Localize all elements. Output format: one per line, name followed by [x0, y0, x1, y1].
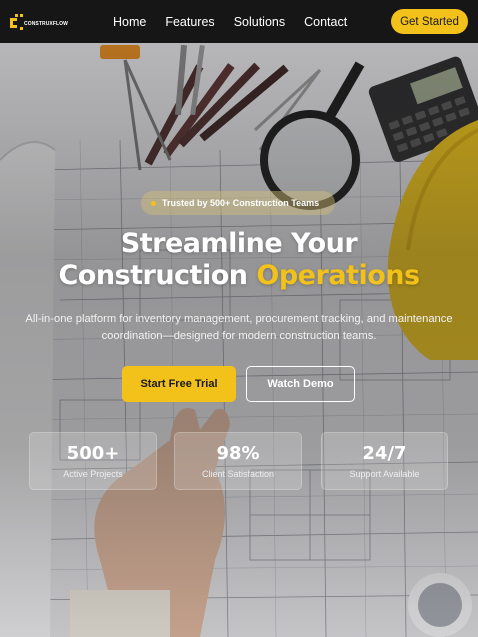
hero-subtitle: All-in-one platform for inventory manage… — [25, 313, 453, 342]
trust-badge: Trusted by 500+ Construction Teams — [141, 191, 335, 215]
nav-links: Home Features Solutions Contact — [113, 15, 366, 29]
landing-page: CONSTRUXFLOW Home Features Solutions Con… — [0, 0, 478, 637]
hero-title-line2: Construction — [58, 260, 257, 291]
stat-label: Client Satisfaction — [201, 469, 275, 479]
nav-link-solutions[interactable]: Solutions — [234, 15, 285, 29]
logo-text: CONSTRUXFLOW — [24, 20, 68, 27]
badge-dot-icon — [151, 200, 156, 206]
stat-label: Active Projects — [63, 469, 123, 479]
nav-link-features[interactable]: Features — [165, 15, 214, 29]
stat-value: 500+ — [66, 443, 120, 464]
start-free-trial-button[interactable]: Start Free Trial — [122, 366, 236, 402]
stat-card-support: 24/7 Support Available — [321, 432, 448, 490]
watch-demo-button[interactable]: Watch Demo — [246, 366, 355, 402]
stat-card-satisfaction: 98% Client Satisfaction — [174, 432, 302, 490]
top-navbar: CONSTRUXFLOW Home Features Solutions Con… — [0, 0, 478, 43]
brand-logo[interactable]: CONSTRUXFLOW — [10, 13, 68, 30]
nav-link-home[interactable]: Home — [113, 15, 146, 29]
stat-value: 24/7 — [362, 443, 407, 464]
nav-link-contact[interactable]: Contact — [304, 15, 347, 29]
stat-label: Support Available — [349, 469, 420, 479]
badge-text: Trusted by 500+ Construction Teams — [162, 198, 320, 208]
stat-value: 98% — [216, 443, 260, 464]
stat-card-projects: 500+ Active Projects — [29, 432, 157, 490]
hero-title-line1: Streamline Your — [120, 228, 358, 259]
hero-title-accent: Operations — [256, 260, 420, 291]
get-started-button[interactable]: Get Started — [391, 9, 468, 34]
hero-title: Streamline Your Construction Operations — [0, 228, 478, 292]
hero-section: Trusted by 500+ Construction Teams Strea… — [0, 43, 478, 637]
logo-mark-icon — [10, 13, 23, 30]
